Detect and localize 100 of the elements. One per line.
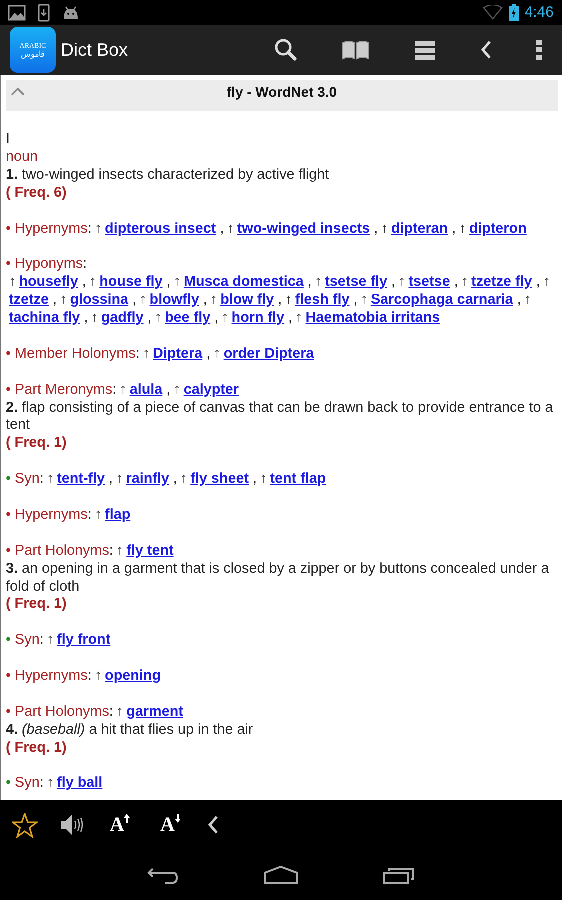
arrow-mark: ↑ (461, 274, 469, 292)
decrease-font-button[interactable]: A (160, 814, 181, 836)
term-link[interactable]: dipteron (469, 220, 527, 238)
term-link[interactable]: tzetze fly (472, 274, 532, 292)
relation-label: Part Holonyms (15, 704, 110, 722)
term-link[interactable]: bee fly (164, 310, 211, 328)
download-icon (38, 4, 50, 22)
speaker-icon[interactable] (60, 813, 84, 837)
relation-label: Hypernyms (15, 506, 88, 525)
term-link[interactable]: order Diptera (224, 346, 314, 364)
arrow-mark: ↑ (142, 346, 150, 364)
sense-definition: 3. an opening in a garment that is closed by a zipper or by buttons concealed under a fold of cloth (6, 560, 550, 596)
term-link[interactable]: opening (105, 668, 161, 686)
term-link[interactable]: tsetse (408, 274, 450, 292)
term-link[interactable]: horn fly (232, 310, 285, 328)
term-link[interactable]: blowfly (150, 292, 200, 310)
term-link[interactable]: gadfly (101, 310, 144, 328)
term-link[interactable]: flap (105, 506, 131, 525)
arrow-mark: ↑ (140, 292, 147, 310)
term-link[interactable]: housefly (19, 274, 78, 292)
relation-label: Syn (15, 471, 40, 490)
arrow-mark: ↑ (94, 668, 102, 686)
back-chevron-icon[interactable] (480, 40, 492, 60)
arrow-mark: ↑ (260, 471, 268, 490)
colon: : (40, 775, 44, 794)
android-icon (62, 6, 80, 20)
term-link[interactable]: tent flap (270, 471, 326, 490)
part-of-speech: noun (6, 148, 40, 167)
comma: , (84, 310, 88, 328)
term-link[interactable]: flesh fly (295, 292, 350, 310)
relation-label: Hyponyms (15, 256, 84, 274)
comma: , (206, 346, 211, 364)
term-link[interactable]: dipterous insect (105, 220, 216, 238)
frequency-label: ( Freq. 6) (6, 184, 68, 203)
arrow-mark: ↑ (46, 471, 54, 490)
term-link[interactable]: rainfly (126, 471, 170, 490)
term-link[interactable]: calypter (184, 382, 240, 400)
bullet-dot: • (6, 346, 12, 364)
arrow-mark: ↑ (46, 632, 54, 650)
back-chevron-icon[interactable] (206, 815, 219, 835)
search-icon[interactable] (274, 38, 298, 62)
bullet-dot: • (6, 471, 12, 490)
term-link[interactable]: fly tent (126, 542, 174, 561)
term-link[interactable]: glossina (70, 292, 129, 310)
term-link[interactable]: Haematobia irritans (306, 310, 440, 328)
recent-apps-icon[interactable] (383, 866, 415, 884)
arrow-mark: ↑ (180, 471, 188, 490)
comma: , (452, 220, 456, 238)
bullet-dot: • (6, 220, 12, 238)
term-link[interactable]: Diptera (153, 346, 203, 364)
arrow-mark: ↑ (524, 292, 532, 310)
bullet-dot: • (6, 775, 12, 794)
arrow-mark: ↑ (120, 382, 127, 400)
term-link[interactable]: two-winged insects (237, 220, 370, 238)
down-arrow-icon (174, 814, 181, 822)
frequency-label: ( Freq. 1) (6, 596, 68, 614)
entry-title: fly - WordNet 3.0 (226, 84, 338, 102)
frequency-label: ( Freq. 1) (6, 740, 68, 758)
colon: : (88, 506, 92, 525)
comma: , (203, 292, 208, 310)
comma: , (109, 471, 114, 490)
arrow-mark: ↑ (60, 292, 68, 310)
term-link[interactable]: tent-fly (57, 471, 106, 490)
comma: , (308, 274, 312, 292)
comma: , (132, 292, 137, 310)
term-link[interactable]: fly sheet (190, 471, 250, 490)
list-icon[interactable] (414, 40, 436, 60)
term-link[interactable]: blow fly (220, 292, 274, 310)
arrow-mark: ↑ (154, 310, 162, 328)
home-icon[interactable] (264, 866, 298, 884)
term-link[interactable]: Sarcophaga carnaria (370, 292, 514, 310)
term-link[interactable]: dipteran (391, 220, 448, 238)
sense-definition: 2. flap consisting of a piece of canvas that can be drawn back to provide entrance to a tent (6, 400, 554, 436)
comma: , (374, 220, 378, 238)
book-icon[interactable] (342, 40, 370, 60)
overflow-menu-icon[interactable] (536, 40, 542, 60)
colon: : (40, 632, 44, 650)
term-link[interactable]: house fly (100, 274, 163, 292)
arrow-mark: ↑ (214, 346, 221, 364)
comma: , (173, 471, 178, 490)
star-icon[interactable] (12, 812, 38, 838)
collapse-chevron-icon[interactable] (11, 87, 25, 96)
arrow-mark: ↑ (174, 382, 181, 400)
term-link[interactable]: tachina fly (9, 310, 80, 328)
app-title: Dict Box (61, 40, 128, 60)
arrow-mark: ↑ (459, 220, 466, 238)
comma: , (392, 274, 396, 292)
back-icon[interactable] (147, 866, 179, 884)
term-link[interactable]: fly ball (57, 775, 103, 794)
term-link[interactable]: tsetse fly (325, 274, 388, 292)
term-link[interactable]: fly front (57, 632, 111, 650)
arrow-mark: ↑ (360, 292, 368, 310)
term-link[interactable]: tzetze (9, 292, 49, 310)
increase-font-button[interactable]: A (110, 814, 130, 836)
term-link[interactable]: alula (130, 382, 163, 400)
arrow-mark: ↑ (9, 274, 16, 292)
term-link[interactable]: Musca domestica (184, 274, 304, 292)
clock-time: 4:46 (524, 4, 554, 21)
term-link[interactable]: garment (126, 704, 184, 722)
comma: , (220, 220, 224, 238)
